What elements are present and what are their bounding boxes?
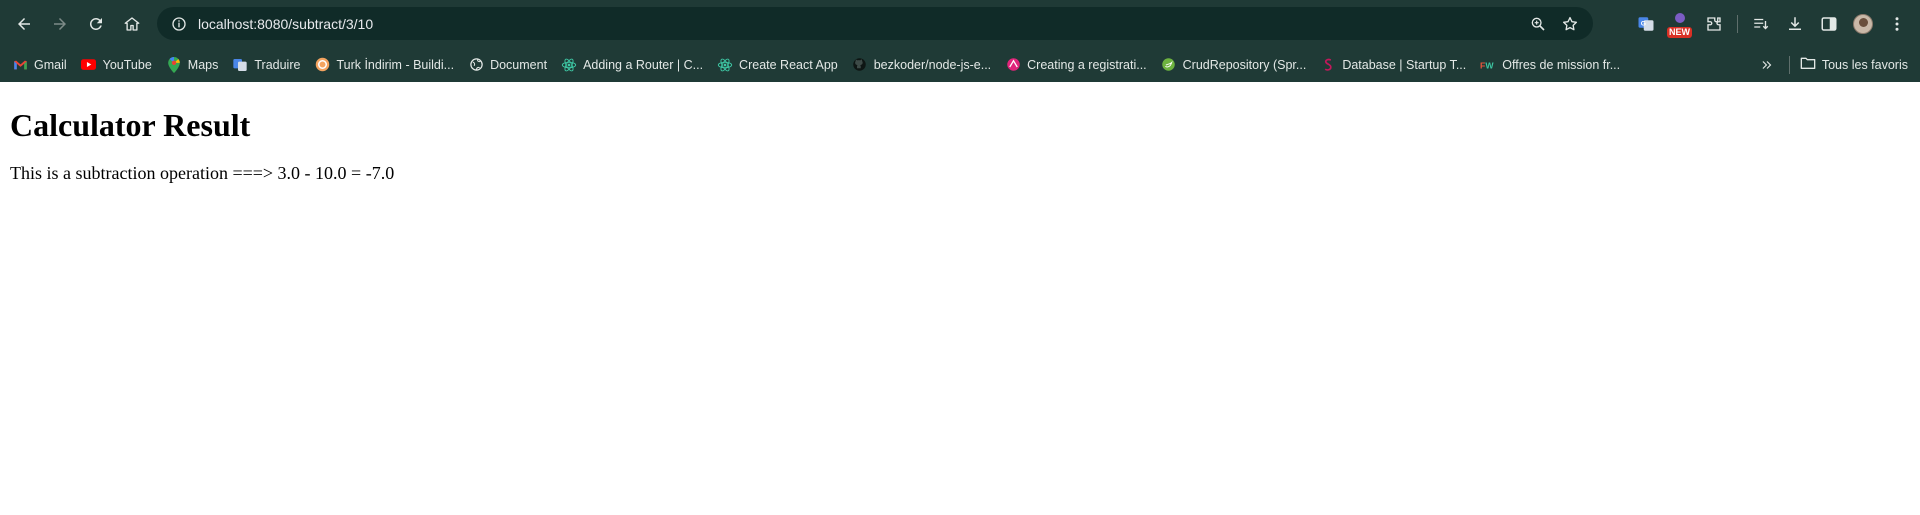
translate-icon — [232, 57, 248, 73]
avatar — [1853, 13, 1873, 34]
google-translate-extension-icon[interactable]: G — [1629, 7, 1663, 40]
bookmarks-bar-right: Tous les favoris — [1753, 47, 1908, 82]
bookmark-bezkoder[interactable]: bezkoder/node-js-e... — [850, 51, 999, 79]
bookmark-creating-registration[interactable]: Creating a registrati... — [1003, 51, 1155, 79]
extensions-puzzle-icon[interactable] — [1697, 7, 1731, 40]
side-panel-icon[interactable] — [1812, 7, 1846, 40]
zoom-icon[interactable] — [1523, 9, 1553, 39]
arrow-left-icon — [18, 17, 30, 30]
bookmark-offres-de-mission[interactable]: FW Offres de mission fr... — [1478, 51, 1628, 79]
profile-avatar[interactable] — [1846, 7, 1880, 40]
bookmark-label: Adding a Router | C... — [583, 57, 704, 72]
youtube-icon — [81, 57, 97, 73]
address-bar[interactable]: localhost:8080/subtract/3/10 — [157, 7, 1593, 40]
fw-icon: FW — [1480, 57, 1496, 73]
bookmark-crudrepository[interactable]: CrudRepository (Spr... — [1159, 51, 1315, 79]
toolbar-separator — [1737, 14, 1738, 33]
bookmark-turk-indirim[interactable]: Turk İndirim - Buildi... — [312, 51, 462, 79]
bookmarks-separator — [1788, 55, 1790, 74]
bookmark-gmail[interactable]: Gmail — [10, 51, 75, 79]
bookmark-youtube[interactable]: YouTube — [79, 51, 160, 79]
bookmark-database-startup[interactable]: Database | Startup T... — [1318, 51, 1474, 79]
all-bookmarks-folder[interactable]: Tous les favoris — [1800, 56, 1908, 73]
svg-text:W: W — [1486, 60, 1495, 70]
reload-icon — [89, 17, 102, 30]
forward-button[interactable] — [44, 8, 76, 40]
bookmark-label: bezkoder/node-js-e... — [873, 57, 992, 72]
bookmark-adding-router[interactable]: Adding a Router | C... — [559, 51, 711, 79]
more-bookmarks-chevron-icon[interactable] — [1753, 51, 1781, 79]
result-text: This is a subtraction operation ===> 3.0… — [10, 163, 395, 183]
reading-list-icon[interactable] — [1744, 7, 1778, 40]
site-info-icon[interactable] — [164, 9, 194, 39]
bookmark-label: Traduire — [254, 57, 301, 72]
gmail-icon — [12, 57, 28, 73]
new-badge: NEW — [1667, 27, 1692, 38]
startup-icon — [1320, 57, 1336, 73]
home-icon — [124, 16, 140, 31]
toolbar-actions: G NEW — [1629, 7, 1914, 40]
page-title: Calculator Result — [10, 107, 251, 143]
arrow-right-icon — [54, 17, 66, 30]
turk-indirim-icon — [314, 57, 330, 73]
bookmark-label: Database | Startup T... — [1342, 57, 1467, 72]
bookmark-label: Turk İndirim - Buildi... — [336, 57, 455, 72]
bookmark-label: Offres de mission fr... — [1502, 57, 1621, 72]
bookmark-label: Creating a registrati... — [1027, 57, 1147, 72]
globe-icon — [468, 57, 484, 73]
svg-text:G: G — [1641, 20, 1646, 27]
download-icon[interactable] — [1778, 7, 1812, 40]
bookmark-label: Document — [490, 57, 548, 72]
maps-icon — [166, 56, 182, 73]
svg-text:F: F — [1480, 60, 1485, 70]
back-button[interactable] — [8, 8, 40, 40]
react-icon — [717, 57, 733, 73]
react-icon — [561, 57, 577, 73]
bookmarks-bar: Gmail YouTube Maps Traduire Turk İndirim… — [0, 47, 1920, 82]
home-button[interactable] — [116, 8, 148, 40]
reload-button[interactable] — [80, 8, 112, 40]
page-content: Calculator Result This is a subtraction … — [0, 107, 1920, 184]
new-extension-icon[interactable]: NEW — [1663, 7, 1697, 40]
browser-chrome: localhost:8080/subtract/3/10 G NEW Gmail… — [0, 0, 1920, 82]
bookmark-create-react-app[interactable]: Create React App — [715, 51, 846, 79]
all-bookmarks-label: Tous les favoris — [1821, 57, 1908, 72]
browser-toolbar: localhost:8080/subtract/3/10 G NEW — [0, 0, 1920, 47]
bookmark-star-icon[interactable] — [1555, 9, 1585, 39]
bookmark-label: YouTube — [102, 57, 152, 72]
bookmark-document[interactable]: Document — [466, 51, 555, 79]
bookmark-label: CrudRepository (Spr... — [1182, 57, 1307, 72]
pink-logo-icon — [1005, 57, 1021, 73]
bookmark-label: Gmail — [34, 57, 67, 72]
spring-icon — [1161, 57, 1177, 73]
url-text[interactable]: localhost:8080/subtract/3/10 — [198, 16, 373, 32]
bookmark-traduire[interactable]: Traduire — [230, 51, 308, 79]
bookmark-maps[interactable]: Maps — [164, 51, 227, 79]
folder-icon — [1800, 56, 1816, 73]
menu-kebab-icon[interactable] — [1880, 7, 1914, 40]
bookmark-label: Create React App — [739, 57, 838, 72]
github-icon — [852, 57, 868, 73]
bookmark-label: Maps — [187, 57, 219, 72]
